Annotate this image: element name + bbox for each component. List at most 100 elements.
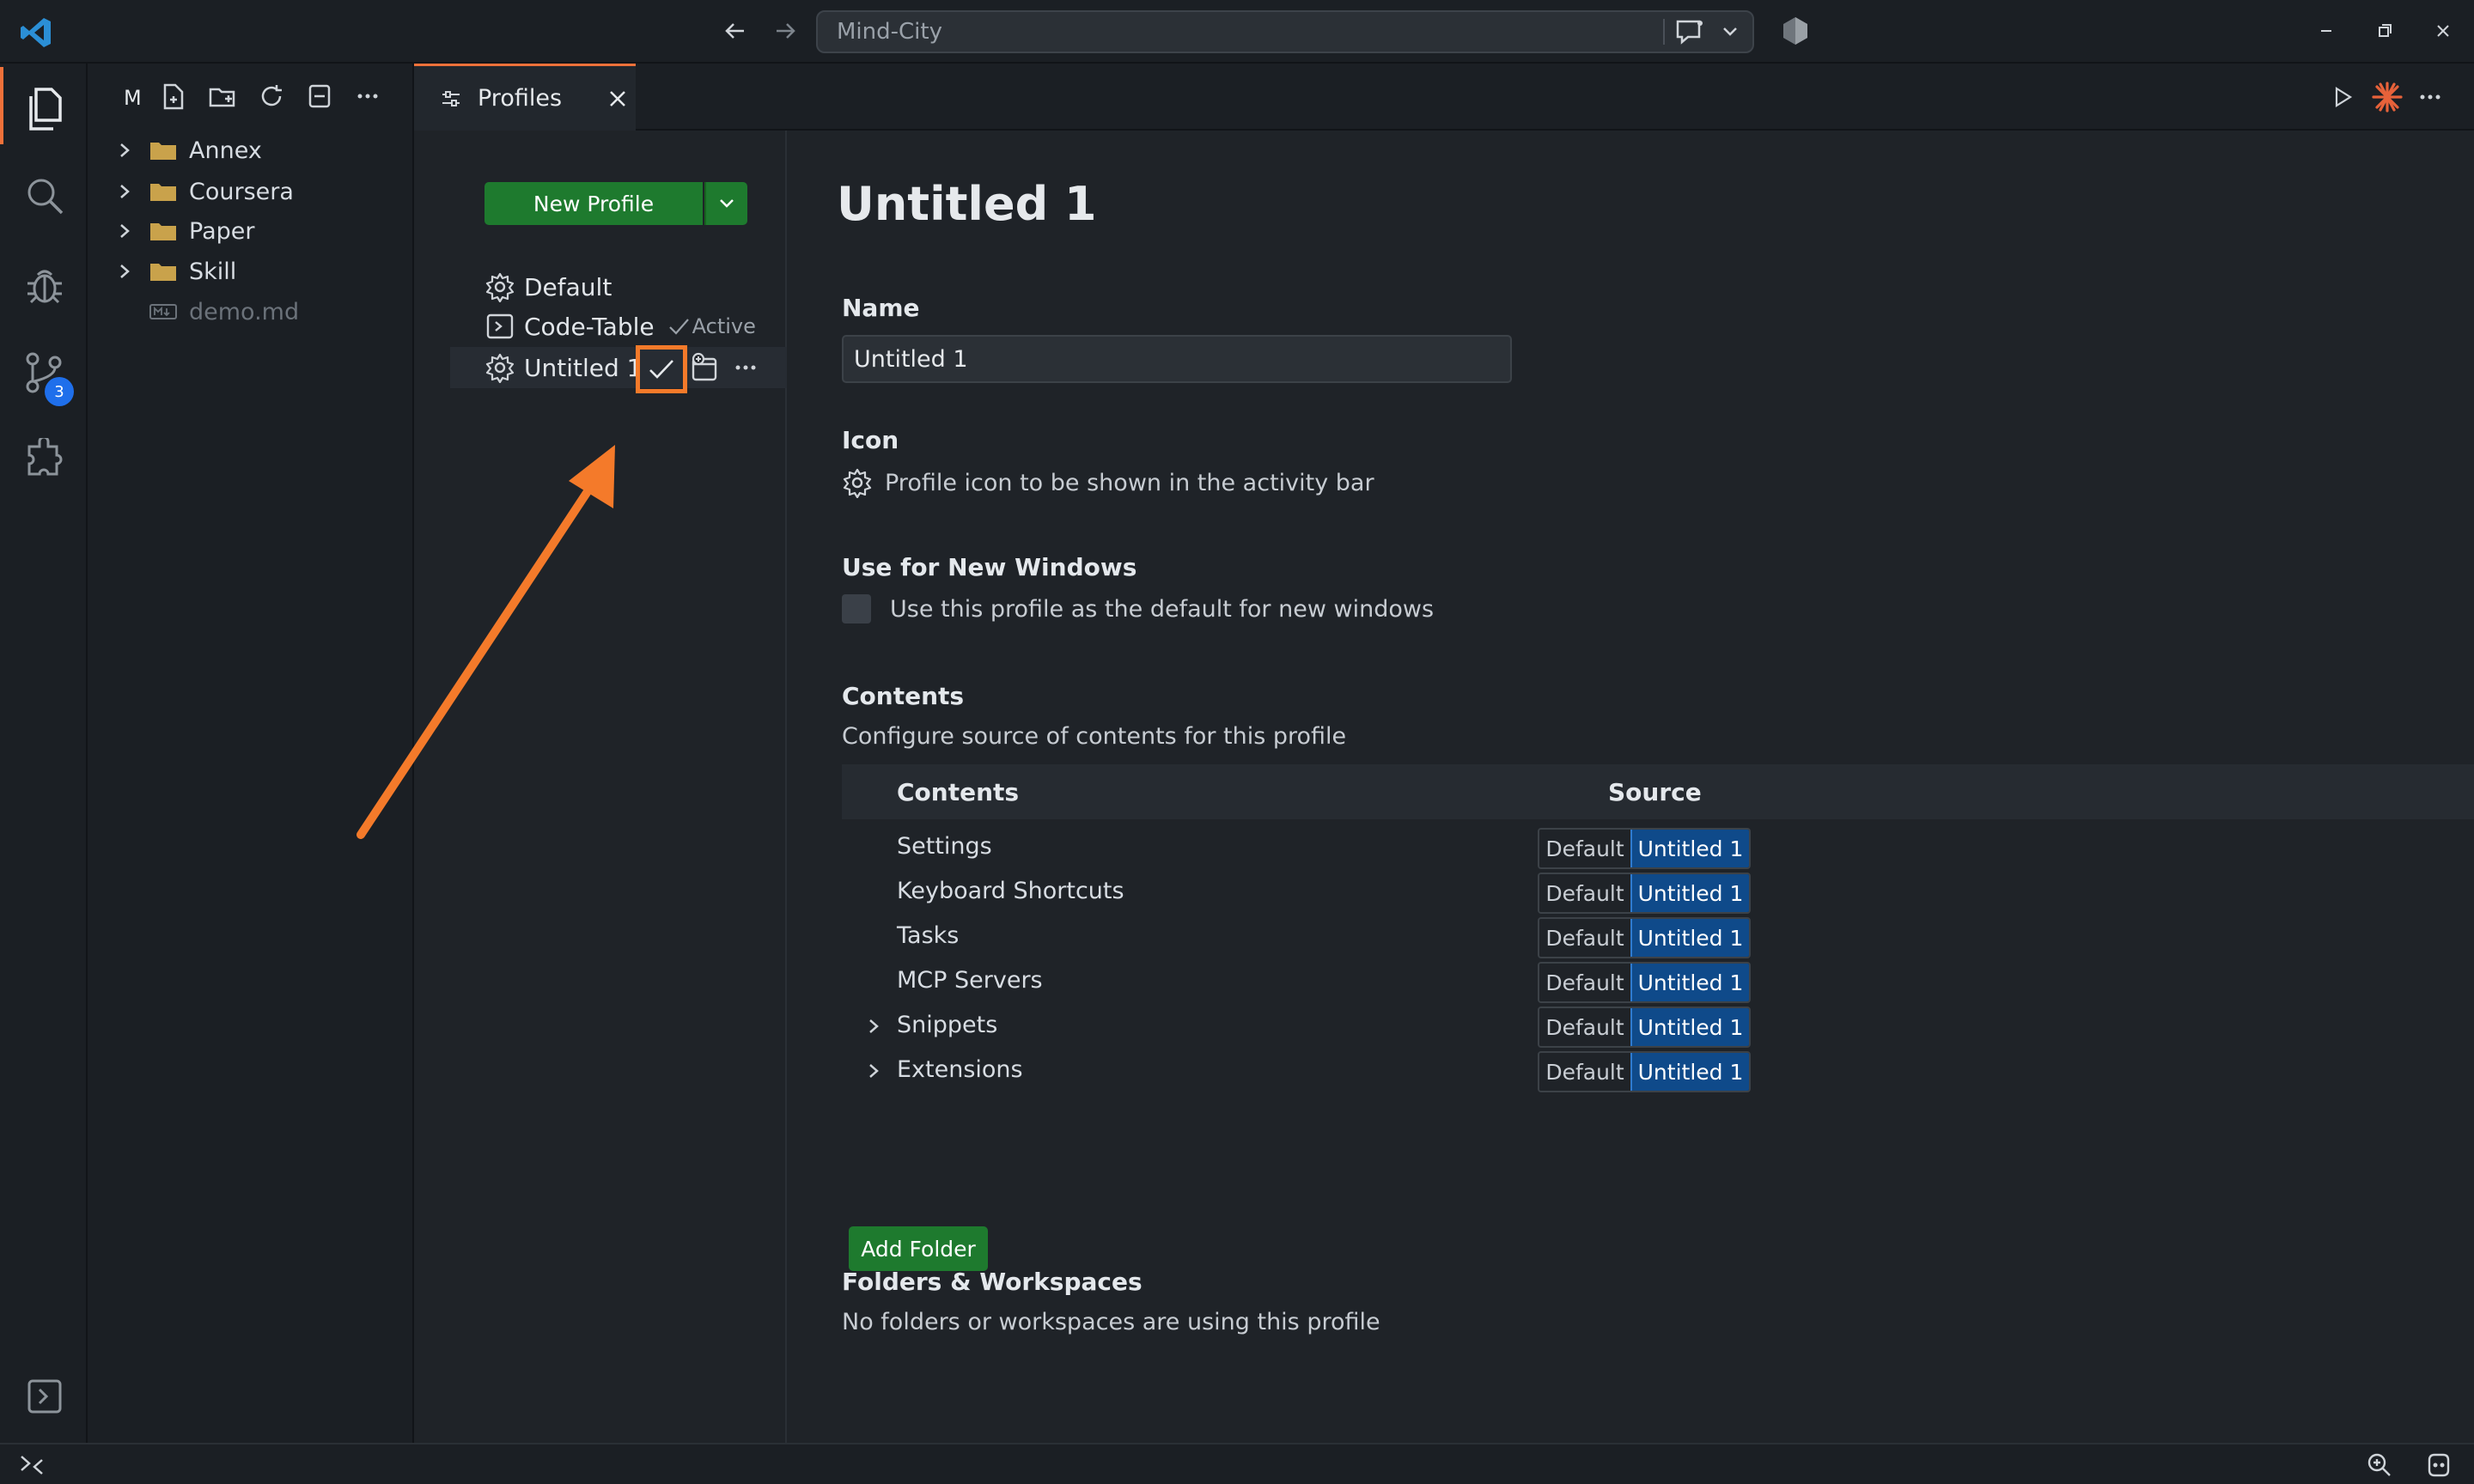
source-profile-option[interactable]: Untitled 1 — [1630, 1053, 1749, 1091]
source-toggle: Default Untitled 1 — [1538, 828, 1751, 869]
remote-indicator-icon[interactable] — [19, 1453, 45, 1477]
table-row[interactable]: Snippets Default Untitled 1 — [842, 1005, 2474, 1049]
orange-arrow-annotation — [344, 429, 636, 850]
table-row: Tasks Default Untitled 1 — [842, 915, 2474, 960]
tree-item-label: demo.md — [189, 298, 300, 325]
tree-item-label: Paper — [189, 217, 255, 245]
content-label: Extensions — [897, 1056, 1023, 1083]
use-profile-check-button[interactable] — [636, 345, 687, 393]
new-profile-button[interactable]: New Profile — [484, 182, 703, 225]
vscode-logo-icon — [19, 15, 53, 50]
workspace-initial: M — [124, 86, 142, 110]
status-bar — [0, 1443, 2474, 1484]
more-actions-icon[interactable] — [354, 82, 381, 110]
debug-bug-icon[interactable] — [22, 263, 67, 307]
extensions-icon[interactable] — [24, 438, 67, 481]
source-default-option[interactable]: Default — [1539, 874, 1630, 912]
zoom-icon[interactable] — [2366, 1451, 2393, 1479]
check-icon — [649, 360, 673, 379]
chevron-right-icon[interactable] — [864, 1061, 883, 1080]
table-header: Contents Source — [842, 764, 2474, 819]
refresh-icon[interactable] — [258, 82, 285, 110]
source-profile-option[interactable]: Untitled 1 — [1630, 830, 1749, 867]
page-title: Untitled 1 — [837, 177, 1097, 231]
table-row: Keyboard Shortcuts Default Untitled 1 — [842, 871, 2474, 915]
contents-heading: Contents — [842, 682, 965, 710]
content-label: Settings — [897, 833, 992, 860]
divider — [1663, 19, 1665, 45]
table-row: MCP Servers Default Untitled 1 — [842, 960, 2474, 1005]
close-window-icon[interactable] — [2431, 19, 2455, 43]
active-indicator — [0, 67, 3, 144]
table-row[interactable]: Extensions Default Untitled 1 — [842, 1049, 2474, 1094]
command-center-search[interactable]: Mind-City — [816, 10, 1754, 53]
source-default-option[interactable]: Default — [1539, 919, 1630, 957]
editor-more-icon[interactable] — [2417, 84, 2443, 110]
folder-icon — [150, 223, 176, 240]
icon-description: Profile icon to be shown in the activity… — [885, 469, 1374, 496]
chat-icon[interactable] — [1673, 17, 1706, 46]
back-arrow-icon[interactable] — [722, 17, 749, 45]
tab-profiles[interactable]: Profiles — [414, 64, 636, 131]
source-default-option[interactable]: Default — [1539, 1008, 1630, 1046]
source-toggle: Default Untitled 1 — [1538, 873, 1751, 914]
new-windows-row: Use this profile as the default for new … — [842, 594, 1434, 623]
gear-icon[interactable] — [842, 467, 873, 498]
editor-tab-bar: Profiles — [414, 64, 2474, 131]
new-window-icon[interactable] — [689, 352, 720, 383]
tree-folder-coursera[interactable]: Coursera — [115, 172, 294, 211]
explorer-files-icon[interactable] — [24, 86, 67, 132]
run-icon[interactable] — [2330, 84, 2355, 110]
restore-icon[interactable] — [2373, 19, 2397, 43]
source-default-option[interactable]: Default — [1539, 830, 1630, 867]
source-profile-option[interactable]: Untitled 1 — [1630, 964, 1749, 1001]
name-heading: Name — [842, 294, 920, 322]
default-profile-checkbox[interactable] — [842, 594, 871, 623]
minimize-icon[interactable] — [2314, 19, 2338, 43]
new-file-icon[interactable] — [160, 82, 187, 112]
icon-heading: Icon — [842, 426, 899, 454]
tab-label: Profiles — [478, 85, 563, 112]
markdown-file-icon — [149, 304, 177, 319]
content-label: Snippets — [897, 1012, 998, 1038]
source-profile-option[interactable]: Untitled 1 — [1630, 874, 1749, 912]
collapse-all-icon[interactable] — [306, 82, 333, 110]
profile-name-input[interactable] — [842, 335, 1512, 383]
panel-toggle-icon[interactable] — [26, 1378, 64, 1415]
profile-item-untitled-1[interactable]: Untitled 1 — [484, 349, 642, 386]
contents-table: Contents Source Settings Default Untitle… — [842, 764, 2474, 1122]
close-tab-icon[interactable] — [606, 88, 629, 110]
claude-spark-icon[interactable] — [2371, 81, 2404, 113]
source-default-option[interactable]: Default — [1539, 1053, 1630, 1091]
source-profile-option[interactable]: Untitled 1 — [1630, 1008, 1749, 1046]
profile-more-icon[interactable] — [732, 354, 759, 381]
tree-file-demo-md[interactable]: demo.md — [149, 292, 299, 331]
add-folder-button[interactable]: Add Folder — [849, 1226, 988, 1271]
new-profile-dropdown-button[interactable] — [704, 182, 747, 225]
source-control-badge: 3 — [45, 377, 74, 406]
tree-folder-annex[interactable]: Annex — [115, 131, 262, 170]
profile-item-default[interactable]: Default — [484, 268, 612, 306]
search-icon[interactable] — [24, 175, 67, 218]
chevron-right-icon[interactable] — [864, 1017, 883, 1036]
chevron-right-icon — [120, 224, 130, 238]
tree-folder-paper[interactable]: Paper — [115, 211, 254, 251]
folders-heading: Folders & Workspaces — [842, 1268, 1143, 1296]
profile-icon-row: Profile icon to be shown in the activity… — [842, 467, 1374, 498]
profile-item-code-table[interactable]: Code-Table Active — [484, 307, 756, 345]
source-toggle: Default Untitled 1 — [1538, 1007, 1751, 1048]
content-label: Keyboard Shortcuts — [897, 878, 1124, 904]
new-windows-description: Use this profile as the default for new … — [890, 595, 1435, 623]
source-default-option[interactable]: Default — [1539, 964, 1630, 1001]
source-profile-option[interactable]: Untitled 1 — [1630, 919, 1749, 957]
copilot-icon[interactable] — [1780, 15, 1811, 46]
profile-label: Untitled 1 — [524, 353, 643, 382]
folder-icon — [150, 264, 176, 281]
forward-arrow-icon[interactable] — [771, 17, 799, 45]
settings-sliders-icon — [442, 90, 460, 106]
copilot-status-icon[interactable] — [2424, 1451, 2453, 1479]
column-header-contents: Contents — [897, 778, 1020, 806]
chevron-down-icon[interactable] — [1720, 21, 1740, 41]
tree-folder-skill[interactable]: Skill — [115, 252, 236, 291]
new-folder-icon[interactable] — [208, 82, 239, 112]
